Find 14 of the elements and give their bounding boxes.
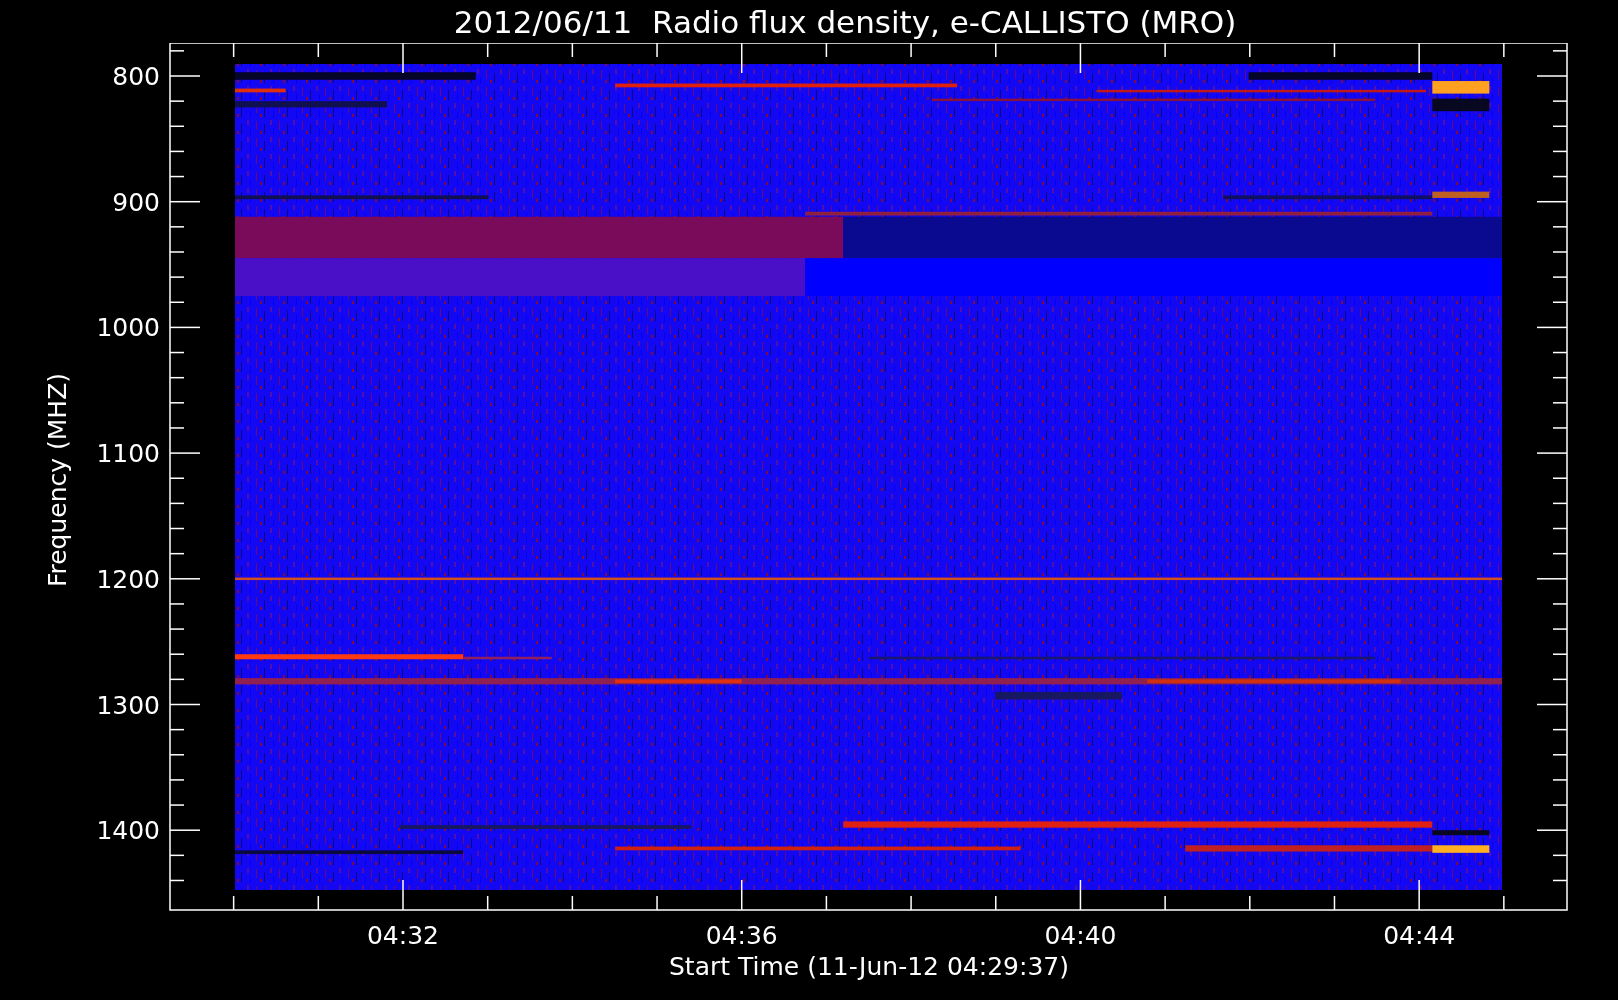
axis-label: Start Time (11-Jun-12 04:29:37) — [669, 952, 1069, 981]
tick-label: 04:32 — [367, 921, 439, 950]
tick-label: 800 — [112, 62, 160, 91]
tick-label: 1300 — [96, 690, 160, 720]
tick-label: 900 — [112, 187, 160, 217]
tick-label: 1100 — [96, 439, 160, 469]
axis-label: Frequency (MHZ) — [43, 372, 72, 588]
chart-title: 2012/06/11 Radio flux density, e-CALLISTO (MRO) — [452, 2, 1238, 42]
tick-label: 1000 — [96, 313, 160, 343]
tick-label: 1200 — [96, 564, 160, 594]
tick-label: 04:36 — [705, 921, 778, 950]
tick-label: 1400 — [96, 816, 160, 846]
tick-label: 04:40 — [1044, 921, 1117, 950]
tick-label: 04:44 — [1383, 921, 1456, 950]
